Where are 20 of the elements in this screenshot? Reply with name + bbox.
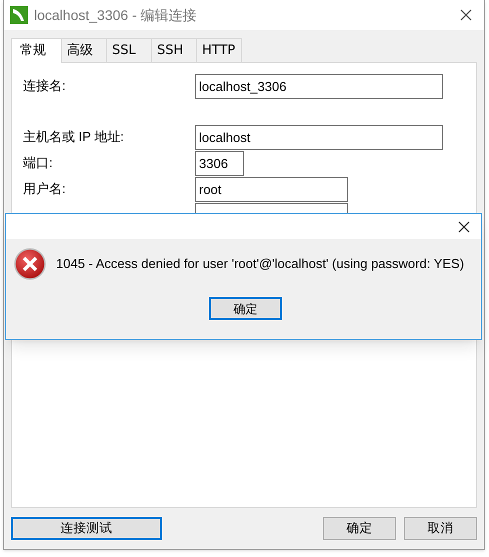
- tab[interactable]: HTTP: [196, 38, 242, 62]
- ok-button[interactable]: 确定: [209, 297, 282, 320]
- close-icon[interactable]: [460, 9, 472, 21]
- field-label: 端口:: [23, 154, 54, 172]
- cancel-button[interactable]: 取消: [404, 517, 477, 540]
- field-label: 连接名:: [23, 77, 67, 96]
- window-title: localhost_3306 - 编辑连接: [34, 6, 197, 25]
- ok-button[interactable]: 确定: [323, 517, 396, 540]
- tab[interactable]: 常规: [11, 38, 62, 63]
- error-message: 1045 - Access denied for user 'root'@'localhost' (using password: YES): [56, 255, 464, 274]
- field-label: 主机名或 IP 地址:: [23, 128, 125, 146]
- test-connection-button[interactable]: 连接测试: [11, 517, 162, 540]
- app-logo-icon: [10, 6, 28, 24]
- close-icon[interactable]: [458, 220, 470, 232]
- input-field[interactable]: localhost_3306: [195, 74, 443, 98]
- input-field[interactable]: root: [195, 176, 348, 202]
- input-field[interactable]: localhost: [195, 124, 443, 150]
- error-icon: [14, 248, 46, 280]
- field-label: 用户名:: [23, 180, 67, 198]
- input-field[interactable]: 3306: [195, 150, 244, 176]
